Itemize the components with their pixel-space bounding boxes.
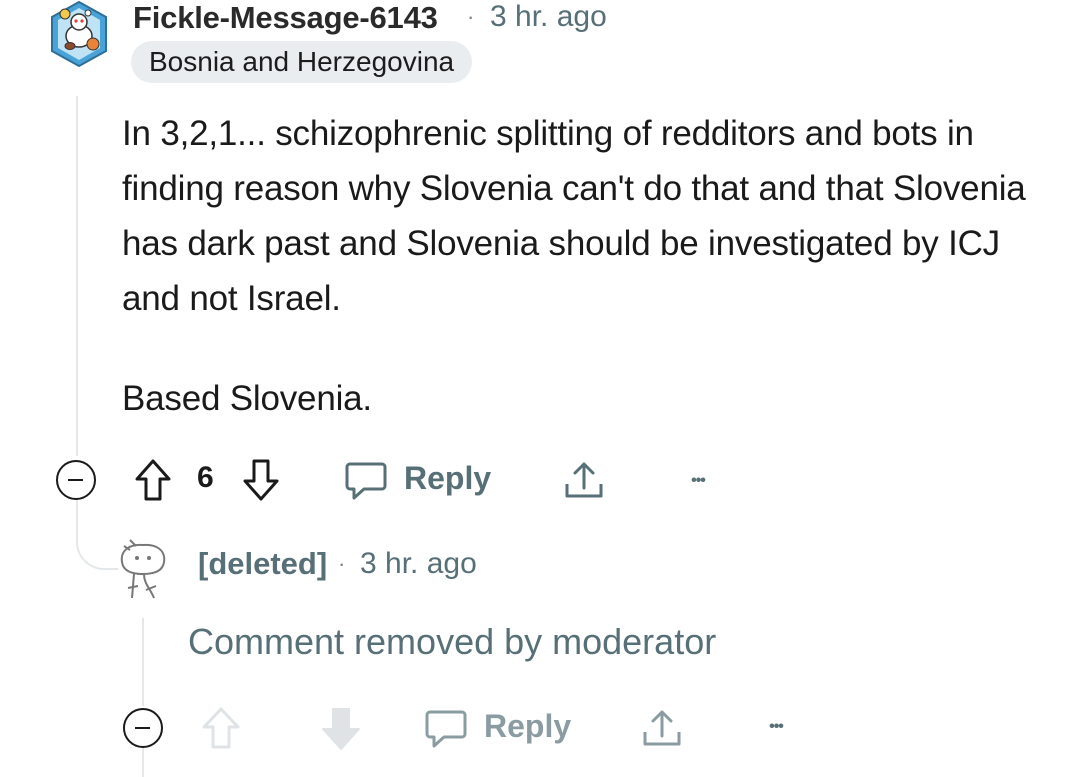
comment-username[interactable]: Fickle-Message-6143 bbox=[133, 0, 438, 36]
more-options-button[interactable]: ••• bbox=[678, 466, 718, 496]
speech-bubble-icon bbox=[345, 462, 387, 500]
upvote-arrow-icon bbox=[135, 459, 171, 501]
meta-separator: · bbox=[338, 551, 346, 576]
upvote-button[interactable] bbox=[132, 456, 174, 504]
more-options-button[interactable]: ••• bbox=[756, 712, 796, 742]
share-button[interactable] bbox=[638, 704, 686, 752]
collapse-minus-icon[interactable] bbox=[123, 708, 163, 748]
thread-line-reply-bottom bbox=[142, 746, 144, 777]
upvote-button-disabled bbox=[198, 704, 244, 752]
downvote-button-disabled bbox=[318, 704, 364, 752]
downvote-arrow-icon bbox=[322, 708, 360, 750]
comment-body: In 3,2,1... schizophrenic splitting of r… bbox=[122, 106, 1042, 426]
speech-bubble-icon bbox=[425, 710, 467, 748]
reply-label: Reply bbox=[484, 708, 572, 744]
comment-timestamp: 3 hr. ago bbox=[490, 0, 607, 33]
thread-line-reply bbox=[142, 618, 144, 706]
share-icon bbox=[565, 462, 603, 498]
more-options-icon: ••• bbox=[691, 472, 706, 489]
downvote-arrow-icon bbox=[243, 459, 279, 501]
upvote-arrow-icon bbox=[202, 707, 240, 749]
meta-separator: · bbox=[467, 4, 475, 29]
snoo-avatar-icon[interactable] bbox=[48, 0, 110, 68]
comment-paragraph: Based Slovenia. bbox=[122, 379, 372, 418]
share-button[interactable] bbox=[560, 456, 608, 504]
collapse-minus-icon[interactable] bbox=[56, 460, 96, 500]
user-flair: Bosnia and Herzegovina bbox=[131, 41, 473, 83]
reply-button[interactable]: Reply bbox=[422, 704, 572, 752]
thread-line-main bbox=[76, 96, 78, 456]
reply-button[interactable]: Reply bbox=[342, 456, 492, 504]
reply-label: Reply bbox=[404, 460, 492, 496]
vote-count: 6 bbox=[197, 461, 214, 494]
share-icon bbox=[643, 710, 681, 746]
downvote-button[interactable] bbox=[240, 456, 282, 504]
more-options-icon: ••• bbox=[769, 718, 784, 735]
thread-connector bbox=[76, 500, 118, 570]
deleted-snoo-icon bbox=[116, 532, 170, 602]
comment-paragraph: In 3,2,1... schizophrenic splitting of r… bbox=[122, 114, 1026, 318]
removed-comment-text: Comment removed by moderator bbox=[188, 621, 717, 662]
reply-timestamp: 3 hr. ago bbox=[360, 547, 477, 580]
deleted-username: [deleted] bbox=[198, 546, 328, 581]
